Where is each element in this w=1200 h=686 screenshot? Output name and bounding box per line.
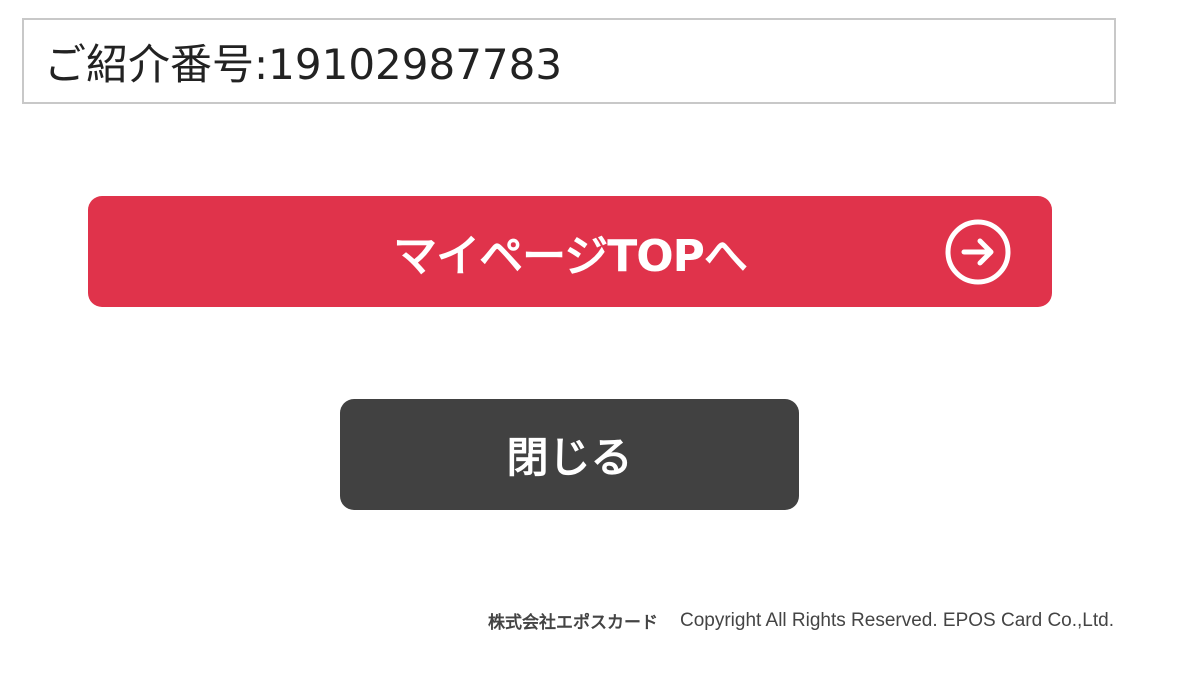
- mypage-top-button[interactable]: マイページTOPへ: [88, 196, 1052, 307]
- referral-number-text: ご紹介番号:19102987783: [44, 39, 563, 89]
- close-button-label: 閉じる: [506, 433, 633, 482]
- close-button[interactable]: 閉じる: [340, 399, 799, 510]
- arrow-circle-right-icon: [945, 219, 1011, 284]
- page: ご紹介番号:19102987783 マイページTOPへ 閉じる 株式会社エポスカ…: [0, 0, 1200, 686]
- footer-company-name: 株式会社エポスカード: [487, 613, 658, 633]
- footer-copyright: Copyright All Rights Reserved. EPOS Card…: [679, 609, 1114, 631]
- mypage-top-button-label: マイページTOPへ: [393, 230, 748, 282]
- referral-number-box: ご紹介番号:19102987783: [22, 18, 1116, 104]
- footer: 株式会社エポスカード Copyright All Rights Reserved…: [487, 608, 1114, 634]
